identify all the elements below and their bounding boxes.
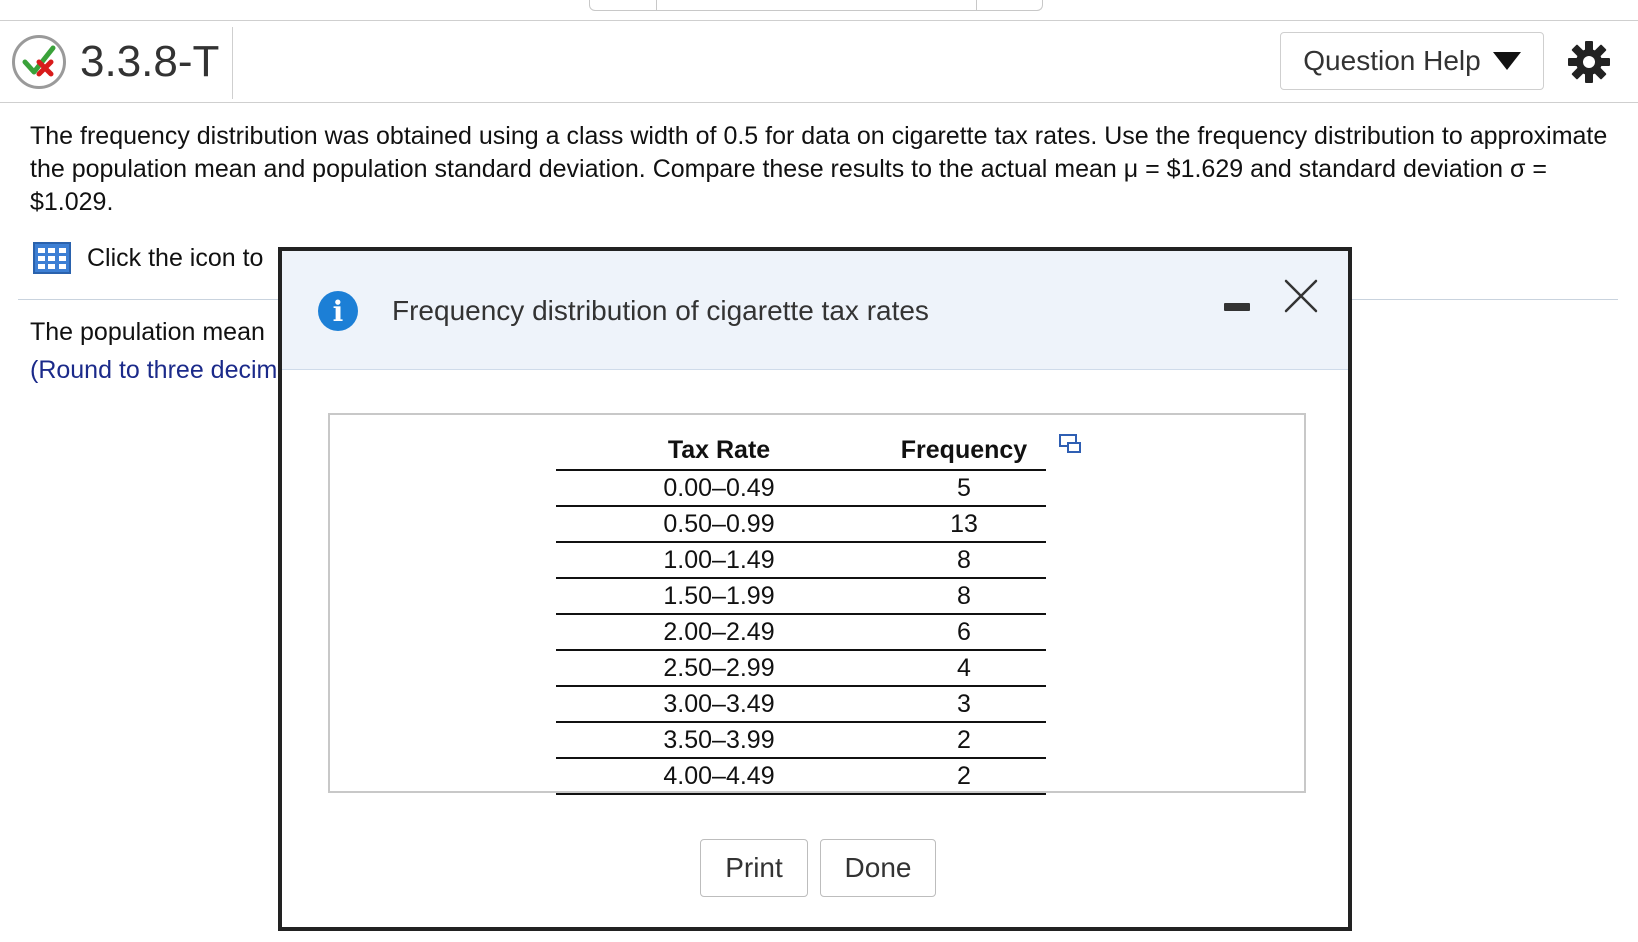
table-row: 0.00–0.49 5 [556,470,1046,507]
frequency-cell: 8 [882,578,1046,615]
table-row: 1.50–1.99 8 [556,578,1046,615]
toolbar-divider [656,0,657,10]
top-toolbar-tab[interactable] [589,0,1043,11]
click-icon-text: Click the icon to [87,243,264,272]
tax-rate-cell: 0.50–0.99 [556,506,882,543]
close-icon[interactable] [1282,277,1320,315]
tax-rate-cell: 4.00–4.49 [556,758,882,795]
table-header-row: Tax Rate Frequency [556,425,1046,471]
frequency-cell: 6 [882,614,1046,651]
frequency-table: Tax Rate Frequency 0.00–0.49 5 0.50–0.99 1… [556,425,1046,795]
data-link-row: Click the icon to [33,240,263,276]
tax-rate-cell: 2.00–2.49 [556,614,882,651]
table-row: 4.00–4.49 2 [556,758,1046,795]
tax-rate-cell: 1.50–1.99 [556,578,882,615]
frequency-cell: 2 [882,722,1046,759]
done-button[interactable]: Done [820,839,936,897]
tax-rate-cell: 3.50–3.99 [556,722,882,759]
header-divider [232,27,233,99]
page: 3.3.8-T Question Help The frequency dist… [0,0,1638,942]
frequency-cell: 5 [882,470,1046,507]
frequency-cell: 8 [882,542,1046,579]
partially-correct-icon [12,35,66,89]
tax-rate-cell: 0.00–0.49 [556,470,882,507]
question-text: The frequency distribution was obtained … [30,122,1608,216]
table-row: 0.50–0.99 13 [556,506,1046,543]
gear-icon[interactable] [1568,41,1610,83]
dialog-title: Frequency distribution of cigarette tax … [392,295,929,326]
toolbar-divider [976,0,977,10]
tax-rate-cell: 1.00–1.49 [556,542,882,579]
caret-down-icon [1492,52,1521,70]
table-row: 2.00–2.49 6 [556,614,1046,651]
copy-icon[interactable] [1058,431,1084,457]
minimize-icon[interactable] [1224,303,1250,311]
column-header-frequency: Frequency [882,425,1046,471]
info-icon: i [318,291,358,331]
tax-rate-cell: 3.00–3.49 [556,686,882,723]
frequency-cell: 3 [882,686,1046,723]
dialog-header: i Frequency distribution of cigarette ta… [282,251,1348,370]
table-panel: Tax Rate Frequency 0.00–0.49 5 0.50–0.99 1… [328,413,1306,795]
question-help-label: Question Help [1303,45,1481,76]
column-header-tax-rate: Tax Rate [556,425,882,471]
frequency-distribution-dialog: i Frequency distribution of cigarette ta… [278,247,1352,931]
population-mean-prompt: The population mean [30,318,265,346]
table-row: 3.50–3.99 2 [556,722,1046,759]
table-row: 2.50–2.99 4 [556,650,1046,687]
tax-rate-cell: 2.50–2.99 [556,650,882,687]
question-help-button[interactable]: Question Help [1280,32,1544,90]
frequency-cell: 4 [882,650,1046,687]
frequency-cell: 2 [882,758,1046,795]
print-button[interactable]: Print [700,839,808,897]
question-header: 3.3.8-T Question Help [0,21,1638,103]
table-row: 3.00–3.49 3 [556,686,1046,723]
table-row: 1.00–1.49 8 [556,542,1046,579]
frequency-cell: 13 [882,506,1046,543]
table-icon[interactable] [33,242,71,274]
question-id: 3.3.8-T [80,37,220,86]
rounding-hint: (Round to three decim [30,356,278,384]
